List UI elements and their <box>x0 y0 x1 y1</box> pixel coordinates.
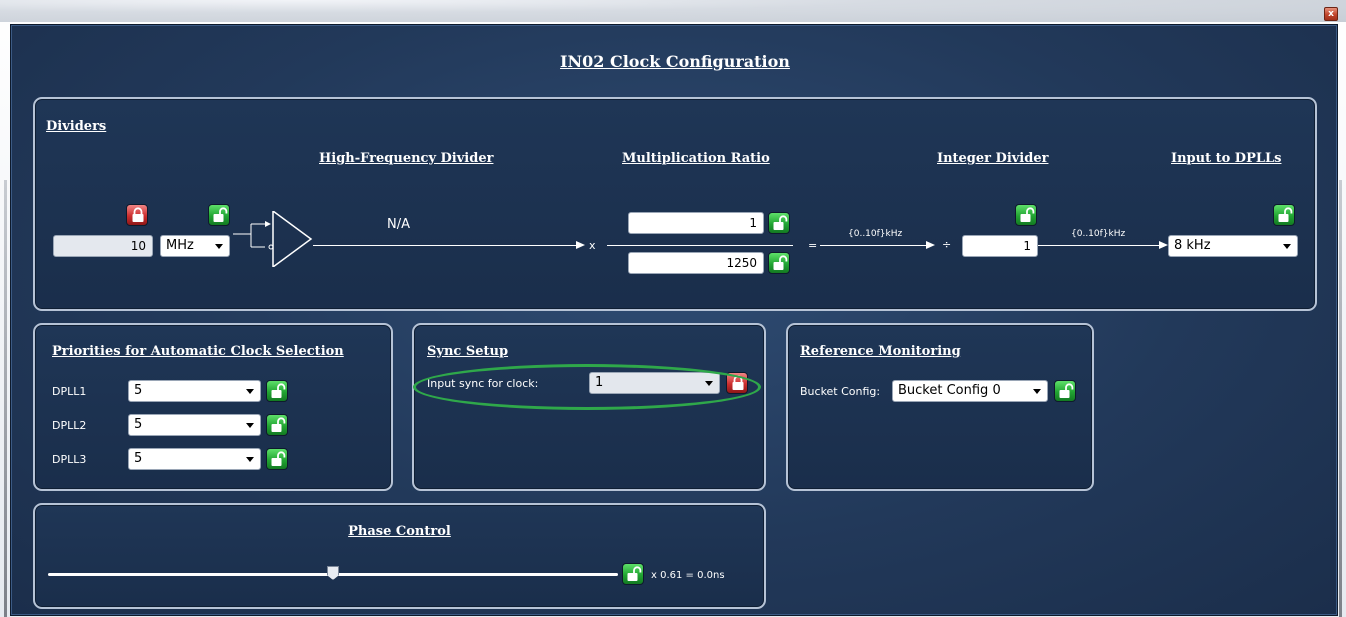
reference-monitoring-title: Reference Monitoring <box>800 344 961 359</box>
arrow-right-icon <box>1159 241 1168 249</box>
input-dplls-select[interactable]: 8 kHz <box>1168 235 1298 257</box>
bucket-config-value: Bucket Config 0 <box>898 383 1001 398</box>
frequency-unit-select[interactable]: MHz <box>160 235 230 257</box>
highlight-annotation <box>413 364 761 410</box>
dpll3-label: DPLL3 <box>52 453 87 466</box>
dpll3-priority-select[interactable]: 5 <box>128 448 261 470</box>
denominator-field[interactable]: 1250 <box>628 252 764 274</box>
dpll1-priority-value: 5 <box>134 383 143 398</box>
phase-unlock-icon[interactable] <box>622 563 644 585</box>
unit-unlock-icon[interactable] <box>208 204 230 226</box>
chevron-down-icon <box>246 457 254 462</box>
app-window: x IN02 Clock Configuration Dividers High… <box>0 0 1346 617</box>
frequency-field[interactable]: 10 <box>53 235 153 257</box>
dpll3-priority-value: 5 <box>134 451 143 466</box>
dpll3-unlock-icon[interactable] <box>266 448 288 470</box>
main-panel: IN02 Clock Configuration Dividers High-F… <box>10 24 1338 616</box>
priorities-panel: Priorities for Automatic Clock Selection… <box>33 323 393 491</box>
multiply-symbol: x <box>589 239 596 252</box>
divide-symbol: ÷ <box>942 238 952 251</box>
dividers-title: Dividers <box>46 119 107 134</box>
reference-monitoring-panel: Reference Monitoring Bucket Config: Buck… <box>786 323 1094 491</box>
input-dplls-value: 8 kHz <box>1174 238 1211 253</box>
sync-setup-title: Sync Setup <box>427 344 509 359</box>
page-title: IN02 Clock Configuration <box>560 52 790 71</box>
arrow-right-icon <box>926 241 935 249</box>
chevron-down-icon <box>246 423 254 428</box>
bucket-config-unlock-icon[interactable] <box>1054 380 1076 402</box>
window-edge-left <box>4 180 7 617</box>
arrow-right-icon <box>576 241 585 249</box>
input-dplls-header: Input to DPLLs <box>1171 151 1282 166</box>
frequency-lock-icon[interactable] <box>126 204 148 226</box>
signal-line-3 <box>1038 245 1160 246</box>
dpll2-unlock-icon[interactable] <box>266 414 288 436</box>
numerator-unlock-icon[interactable] <box>768 212 790 234</box>
numerator-field[interactable]: 1 <box>628 212 764 234</box>
phase-slider-thumb[interactable] <box>327 566 339 580</box>
chevron-down-icon <box>1033 389 1041 394</box>
phase-control-panel: Phase Control x 0.61 = 0.0ns <box>33 503 766 609</box>
fraction-bar <box>607 245 793 246</box>
dpll1-priority-select[interactable]: 5 <box>128 380 261 402</box>
denominator-unlock-icon[interactable] <box>768 252 790 274</box>
integer-divider-unlock-icon[interactable] <box>1015 204 1037 226</box>
mult-ratio-header: Multiplication Ratio <box>622 151 770 166</box>
input-dplls-unlock-icon[interactable] <box>1273 204 1295 226</box>
phase-readout: x 0.61 = 0.0ns <box>651 570 725 581</box>
chevron-down-icon <box>1283 244 1291 249</box>
dpll2-priority-value: 5 <box>134 417 143 432</box>
int-divider-header: Integer Divider <box>937 151 1049 166</box>
hf-divider-value: N/A <box>387 217 410 232</box>
equals-symbol: = <box>808 239 818 252</box>
signal-line-1 <box>313 245 577 246</box>
signal-line-2 <box>820 245 928 246</box>
priorities-title: Priorities for Automatic Clock Selection <box>52 344 344 359</box>
phase-control-title: Phase Control <box>348 524 451 539</box>
bucket-config-select[interactable]: Bucket Config 0 <box>892 380 1048 402</box>
chevron-down-icon <box>246 389 254 394</box>
dpll2-priority-select[interactable]: 5 <box>128 414 261 436</box>
integer-divider-field[interactable]: 1 <box>962 235 1038 257</box>
divider-mux-symbol <box>233 211 313 267</box>
range-label-1: {0..10f}kHz <box>848 229 903 239</box>
frequency-unit-value: MHz <box>166 238 194 253</box>
title-bar <box>0 0 1346 22</box>
window-edge-right <box>1339 180 1342 617</box>
range-label-2: {0..10f}kHz <box>1071 229 1126 239</box>
chevron-down-icon <box>215 244 223 249</box>
dpll1-label: DPLL1 <box>52 385 87 398</box>
close-button[interactable]: x <box>1324 7 1338 21</box>
bucket-config-label: Bucket Config: <box>800 385 881 398</box>
dpll2-label: DPLL2 <box>52 419 87 432</box>
dividers-panel: Dividers High-Frequency Divider Multipli… <box>33 97 1317 311</box>
dpll1-unlock-icon[interactable] <box>266 380 288 402</box>
hf-divider-header: High-Frequency Divider <box>319 151 494 166</box>
